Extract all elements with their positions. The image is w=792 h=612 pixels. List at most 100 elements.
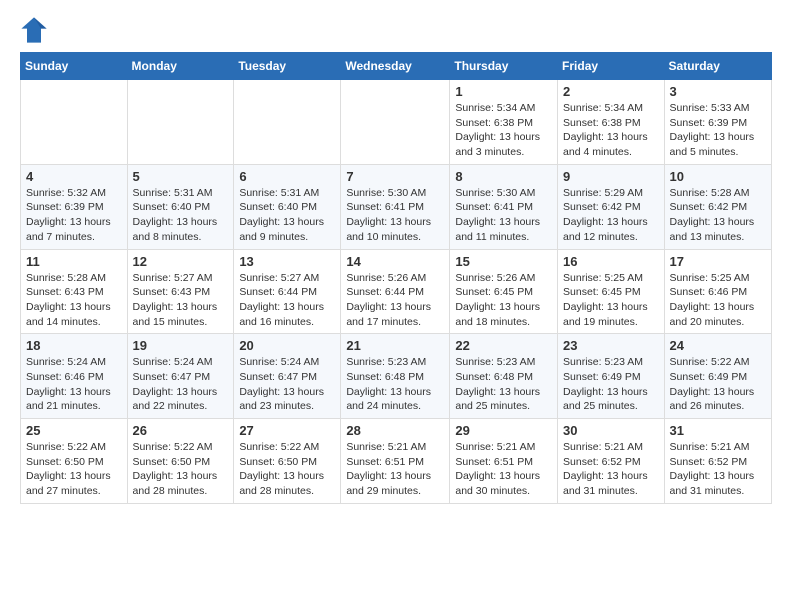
day-number: 17: [670, 254, 766, 269]
calendar-cell: 18 Sunrise: 5:24 AM Sunset: 6:46 PM Dayli…: [21, 334, 128, 419]
day-info: Sunrise: 5:24 AM Sunset: 6:47 PM Dayligh…: [239, 355, 335, 414]
col-header-monday: Monday: [127, 53, 234, 80]
calendar-cell: 19 Sunrise: 5:24 AM Sunset: 6:47 PM Dayli…: [127, 334, 234, 419]
calendar-cell: 17Sunrise: 5:25 AM Sunset: 6:46 PM Dayli…: [664, 249, 771, 334]
day-number: 23: [563, 338, 659, 353]
calendar-cell: 10 Sunrise: 5:28 AM Sunset: 6:42 PM Dayli…: [664, 164, 771, 249]
calendar-cell: [127, 80, 234, 165]
day-info: Sunrise: 5:28 AM Sunset: 6:43 PM Dayligh…: [26, 271, 122, 330]
calendar-week-row: 25 Sunrise: 5:22 AM Sunset: 6:50 PM Dayli…: [21, 419, 772, 504]
calendar-cell: 31Sunrise: 5:21 AM Sunset: 6:52 PM Dayli…: [664, 419, 771, 504]
day-info: Sunrise: 5:22 AM Sunset: 6:50 PM Dayligh…: [26, 440, 122, 499]
calendar-cell: 15 Sunrise: 5:26 AM Sunset: 6:45 PM Dayli…: [450, 249, 558, 334]
calendar-cell: 2 Sunrise: 5:34 AM Sunset: 6:38 PM Daylig…: [558, 80, 665, 165]
day-info: Sunrise: 5:26 AM Sunset: 6:45 PM Dayligh…: [455, 271, 552, 330]
calendar-cell: 4 Sunrise: 5:32 AM Sunset: 6:39 PM Daylig…: [21, 164, 128, 249]
calendar-week-row: 4 Sunrise: 5:32 AM Sunset: 6:39 PM Daylig…: [21, 164, 772, 249]
day-info: Sunrise: 5:31 AM Sunset: 6:40 PM Dayligh…: [239, 186, 335, 245]
col-header-sunday: Sunday: [21, 53, 128, 80]
day-info: Sunrise: 5:27 AM Sunset: 6:44 PM Dayligh…: [239, 271, 335, 330]
calendar-cell: 29 Sunrise: 5:21 AM Sunset: 6:51 PM Dayli…: [450, 419, 558, 504]
day-number: 11: [26, 254, 122, 269]
day-number: 31: [670, 423, 766, 438]
calendar-cell: 16Sunrise: 5:25 AM Sunset: 6:45 PM Dayli…: [558, 249, 665, 334]
col-header-thursday: Thursday: [450, 53, 558, 80]
day-info: Sunrise: 5:33 AM Sunset: 6:39 PM Dayligh…: [670, 101, 766, 160]
day-number: 16: [563, 254, 659, 269]
day-info: Sunrise: 5:27 AM Sunset: 6:43 PM Dayligh…: [133, 271, 229, 330]
day-number: 6: [239, 169, 335, 184]
day-number: 7: [346, 169, 444, 184]
day-number: 19: [133, 338, 229, 353]
day-number: 20: [239, 338, 335, 353]
day-info: Sunrise: 5:26 AM Sunset: 6:44 PM Dayligh…: [346, 271, 444, 330]
calendar-cell: 22 Sunrise: 5:23 AM Sunset: 6:48 PM Dayli…: [450, 334, 558, 419]
day-info: Sunrise: 5:21 AM Sunset: 6:51 PM Dayligh…: [455, 440, 552, 499]
calendar-cell: [21, 80, 128, 165]
day-info: Sunrise: 5:24 AM Sunset: 6:47 PM Dayligh…: [133, 355, 229, 414]
day-info: Sunrise: 5:22 AM Sunset: 6:49 PM Dayligh…: [670, 355, 766, 414]
calendar-cell: 13 Sunrise: 5:27 AM Sunset: 6:44 PM Dayli…: [234, 249, 341, 334]
day-info: Sunrise: 5:21 AM Sunset: 6:52 PM Dayligh…: [563, 440, 659, 499]
day-info: Sunrise: 5:23 AM Sunset: 6:48 PM Dayligh…: [346, 355, 444, 414]
col-header-saturday: Saturday: [664, 53, 771, 80]
day-info: Sunrise: 5:21 AM Sunset: 6:51 PM Dayligh…: [346, 440, 444, 499]
day-number: 29: [455, 423, 552, 438]
calendar-cell: 30 Sunrise: 5:21 AM Sunset: 6:52 PM Dayli…: [558, 419, 665, 504]
day-number: 8: [455, 169, 552, 184]
day-number: 14: [346, 254, 444, 269]
day-info: Sunrise: 5:23 AM Sunset: 6:49 PM Dayligh…: [563, 355, 659, 414]
day-number: 1: [455, 84, 552, 99]
calendar-cell: 24 Sunrise: 5:22 AM Sunset: 6:49 PM Dayli…: [664, 334, 771, 419]
day-number: 18: [26, 338, 122, 353]
col-header-wednesday: Wednesday: [341, 53, 450, 80]
calendar-cell: 7 Sunrise: 5:30 AM Sunset: 6:41 PM Daylig…: [341, 164, 450, 249]
col-header-tuesday: Tuesday: [234, 53, 341, 80]
calendar-cell: 6 Sunrise: 5:31 AM Sunset: 6:40 PM Daylig…: [234, 164, 341, 249]
day-number: 24: [670, 338, 766, 353]
day-number: 15: [455, 254, 552, 269]
day-number: 13: [239, 254, 335, 269]
day-info: Sunrise: 5:28 AM Sunset: 6:42 PM Dayligh…: [670, 186, 766, 245]
calendar-week-row: 1 Sunrise: 5:34 AM Sunset: 6:38 PM Daylig…: [21, 80, 772, 165]
calendar-cell: 12 Sunrise: 5:27 AM Sunset: 6:43 PM Dayli…: [127, 249, 234, 334]
day-info: Sunrise: 5:34 AM Sunset: 6:38 PM Dayligh…: [563, 101, 659, 160]
calendar-cell: 21Sunrise: 5:23 AM Sunset: 6:48 PM Dayli…: [341, 334, 450, 419]
day-number: 12: [133, 254, 229, 269]
calendar-cell: 28Sunrise: 5:21 AM Sunset: 6:51 PM Dayli…: [341, 419, 450, 504]
day-info: Sunrise: 5:24 AM Sunset: 6:46 PM Dayligh…: [26, 355, 122, 414]
page-header: [20, 16, 772, 44]
day-info: Sunrise: 5:23 AM Sunset: 6:48 PM Dayligh…: [455, 355, 552, 414]
logo: [20, 16, 50, 44]
day-number: 10: [670, 169, 766, 184]
day-number: 27: [239, 423, 335, 438]
day-number: 5: [133, 169, 229, 184]
calendar-cell: 11 Sunrise: 5:28 AM Sunset: 6:43 PM Dayli…: [21, 249, 128, 334]
day-info: Sunrise: 5:30 AM Sunset: 6:41 PM Dayligh…: [346, 186, 444, 245]
calendar-cell: 5 Sunrise: 5:31 AM Sunset: 6:40 PM Daylig…: [127, 164, 234, 249]
calendar-cell: 3Sunrise: 5:33 AM Sunset: 6:39 PM Daylig…: [664, 80, 771, 165]
calendar-cell: 26Sunrise: 5:22 AM Sunset: 6:50 PM Dayli…: [127, 419, 234, 504]
day-info: Sunrise: 5:29 AM Sunset: 6:42 PM Dayligh…: [563, 186, 659, 245]
day-number: 25: [26, 423, 122, 438]
logo-icon: [20, 16, 48, 44]
calendar-week-row: 18 Sunrise: 5:24 AM Sunset: 6:46 PM Dayli…: [21, 334, 772, 419]
calendar-cell: 23 Sunrise: 5:23 AM Sunset: 6:49 PM Dayli…: [558, 334, 665, 419]
day-info: Sunrise: 5:34 AM Sunset: 6:38 PM Dayligh…: [455, 101, 552, 160]
day-info: Sunrise: 5:32 AM Sunset: 6:39 PM Dayligh…: [26, 186, 122, 245]
calendar-cell: 8 Sunrise: 5:30 AM Sunset: 6:41 PM Daylig…: [450, 164, 558, 249]
calendar-cell: 1 Sunrise: 5:34 AM Sunset: 6:38 PM Daylig…: [450, 80, 558, 165]
day-number: 9: [563, 169, 659, 184]
day-info: Sunrise: 5:31 AM Sunset: 6:40 PM Dayligh…: [133, 186, 229, 245]
col-header-friday: Friday: [558, 53, 665, 80]
day-info: Sunrise: 5:22 AM Sunset: 6:50 PM Dayligh…: [133, 440, 229, 499]
calendar-cell: [341, 80, 450, 165]
day-number: 2: [563, 84, 659, 99]
day-number: 4: [26, 169, 122, 184]
calendar-cell: 14 Sunrise: 5:26 AM Sunset: 6:44 PM Dayli…: [341, 249, 450, 334]
day-info: Sunrise: 5:22 AM Sunset: 6:50 PM Dayligh…: [239, 440, 335, 499]
day-number: 30: [563, 423, 659, 438]
calendar-cell: [234, 80, 341, 165]
day-info: Sunrise: 5:30 AM Sunset: 6:41 PM Dayligh…: [455, 186, 552, 245]
day-number: 22: [455, 338, 552, 353]
